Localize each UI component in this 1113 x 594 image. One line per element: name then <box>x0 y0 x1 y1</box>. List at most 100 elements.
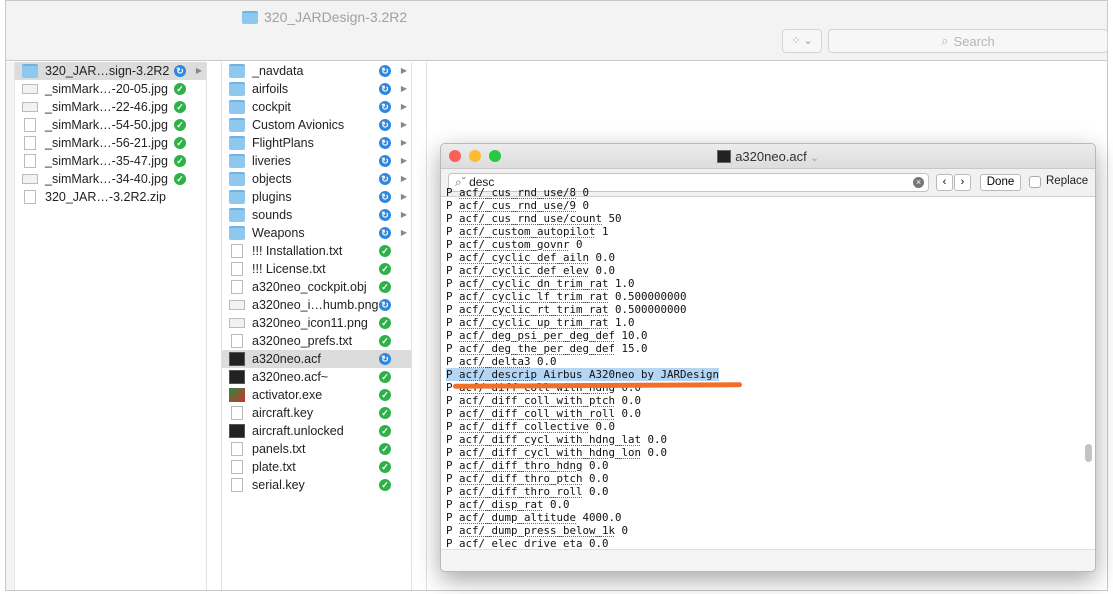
folder-icon <box>229 136 245 150</box>
file-icon <box>231 280 243 294</box>
file-row[interactable]: _simMark…-56-21.jpg ✓ <box>15 134 206 152</box>
file-name: 320_JAR…-3.2R2.zip <box>45 190 166 204</box>
window-title-text: 320_JARDesign-3.2R2 <box>264 9 408 25</box>
syncing-icon: ↻ <box>379 155 391 167</box>
disclosure-arrow-icon: ▶ <box>400 228 407 237</box>
file-name: 320_JAR…sign-3.2R2 <box>45 64 170 78</box>
file-name: serial.key <box>252 478 305 492</box>
text-area[interactable]: P acf/_cus_rnd_use/8 0P acf/_cus_rnd_use… <box>441 186 1081 549</box>
file-row[interactable]: Custom Avionics ↻ ▶ <box>222 116 411 134</box>
folder-icon <box>229 100 245 114</box>
image-icon <box>22 174 38 184</box>
file-name: cockpit <box>252 100 291 114</box>
file-name: !!! License.txt <box>252 262 326 276</box>
synced-check-icon: ✓ <box>174 119 186 131</box>
file-row[interactable]: a320neo_i…humb.png ↻ <box>222 296 411 314</box>
file-row[interactable]: cockpit ↻ ▶ <box>222 98 411 116</box>
file-row[interactable]: !!! Installation.txt ✓ <box>222 242 411 260</box>
image-icon <box>22 84 38 94</box>
synced-check-icon: ✓ <box>174 83 186 95</box>
syncing-icon: ↻ <box>379 209 391 221</box>
file-row[interactable]: a320neo.acf~ ✓ <box>222 368 411 386</box>
text-editor-window: a320neo.acf ⌄ ⌕ˇ desc × ‹ › Done Replace … <box>440 143 1096 572</box>
file-row[interactable]: 320_JAR…-3.2R2.zip <box>15 188 206 206</box>
file-row[interactable]: _simMark…-54-50.jpg ✓ <box>15 116 206 134</box>
syncing-icon: ↻ <box>379 299 391 311</box>
syncing-icon: ↻ <box>379 353 391 365</box>
editor-bottom-bar <box>441 549 1095 571</box>
file-row[interactable]: _simMark…-22-46.jpg ✓ <box>15 98 206 116</box>
disclosure-arrow-icon: ▶ <box>400 192 407 201</box>
file-row[interactable]: a320neo.acf ↻ <box>222 350 411 368</box>
column-1: 320_JAR…sign-3.2R2 ↻ ▶ _simMark…-20-05.jpg ✓… <box>15 62 207 590</box>
file-row[interactable]: aircraft.key ✓ <box>222 404 411 422</box>
synced-check-icon: ✓ <box>379 335 391 347</box>
file-row[interactable]: _simMark…-34-40.jpg ✓ <box>15 170 206 188</box>
file-icon <box>231 460 243 474</box>
text-line: P acf/_dump_press_below_1k 0 <box>446 524 629 537</box>
file-row[interactable]: !!! License.txt ✓ <box>222 260 411 278</box>
text-line: P acf/_cyclic_def_ailn 0.0 <box>446 251 616 264</box>
file-row[interactable]: activator.exe ✓ <box>222 386 411 404</box>
close-button[interactable] <box>449 150 461 162</box>
disclosure-arrow-icon: ▶ <box>400 174 407 183</box>
syncing-icon: ↻ <box>379 191 391 203</box>
image-icon <box>22 102 38 112</box>
syncing-icon: ↻ <box>174 65 186 77</box>
column-2: _navdata ↻ ▶ airfoils ↻ ▶ cockpit ↻ ▶ Custom Avio… <box>221 62 412 590</box>
file-name: _simMark…-20-05.jpg <box>45 82 168 96</box>
dropbox-menu-button[interactable]: ⁘ ⌄ <box>782 29 822 53</box>
file-icon <box>24 136 36 150</box>
folder-icon <box>242 10 258 24</box>
file-row[interactable]: a320neo_cockpit.obj ✓ <box>222 278 411 296</box>
file-row[interactable]: 320_JAR…sign-3.2R2 ↻ ▶ <box>15 62 206 80</box>
folder-icon <box>229 226 245 240</box>
file-name: _simMark…-56-21.jpg <box>45 136 168 150</box>
file-row[interactable]: _navdata ↻ ▶ <box>222 62 411 80</box>
app-icon <box>229 388 245 402</box>
search-input[interactable]: ⌕ Search <box>828 29 1108 53</box>
syncing-icon: ↻ <box>379 119 391 131</box>
image-icon <box>229 300 245 310</box>
chevron-down-icon[interactable]: ⌄ <box>810 153 818 164</box>
search-icon: ⌕ <box>941 33 949 48</box>
file-row[interactable]: a320neo_prefs.txt ✓ <box>222 332 411 350</box>
minimize-button[interactable] <box>469 150 481 162</box>
synced-check-icon: ✓ <box>379 245 391 257</box>
file-row[interactable]: Weapons ↻ ▶ <box>222 224 411 242</box>
text-line: P acf/_disp_rat 0.0 <box>446 498 570 511</box>
file-row[interactable]: airfoils ↻ ▶ <box>222 80 411 98</box>
disclosure-arrow-icon: ▶ <box>400 102 407 111</box>
file-row[interactable]: FlightPlans ↻ ▶ <box>222 134 411 152</box>
file-row[interactable]: liveries ↻ ▶ <box>222 152 411 170</box>
zoom-button[interactable] <box>489 150 501 162</box>
file-row[interactable]: serial.key ✓ <box>222 476 411 494</box>
file-name: FlightPlans <box>252 136 314 150</box>
text-line: P acf/_diff_thro_ptch 0.0 <box>446 472 609 485</box>
text-line: P acf/_cyclic_rt_trim_rat 0.500000000 <box>446 303 687 316</box>
file-row[interactable]: panels.txt ✓ <box>222 440 411 458</box>
window-title: 320_JARDesign-3.2R2 <box>242 9 407 25</box>
file-row[interactable]: objects ↻ ▶ <box>222 170 411 188</box>
file-row[interactable]: _simMark…-20-05.jpg ✓ <box>15 80 206 98</box>
file-row[interactable]: aircraft.unlocked ✓ <box>222 422 411 440</box>
folder-icon <box>22 64 38 78</box>
text-line: P acf/_dump_altitude 4000.0 <box>446 511 622 524</box>
file-name: _simMark…-54-50.jpg <box>45 118 168 132</box>
file-row[interactable]: sounds ↻ ▶ <box>222 206 411 224</box>
syncing-icon: ↻ <box>379 227 391 239</box>
synced-check-icon: ✓ <box>379 425 391 437</box>
file-name: a320neo.acf~ <box>252 370 329 384</box>
file-name: a320neo_icon11.png <box>252 316 368 330</box>
synced-check-icon: ✓ <box>174 155 186 167</box>
file-row[interactable]: _simMark…-35-47.jpg ✓ <box>15 152 206 170</box>
file-row[interactable]: plate.txt ✓ <box>222 458 411 476</box>
file-name: a320neo_prefs.txt <box>252 334 353 348</box>
sidebar-scrollbar[interactable] <box>6 62 15 590</box>
vertical-scrollbar[interactable] <box>1085 444 1092 462</box>
file-name: plate.txt <box>252 460 296 474</box>
file-row[interactable]: plugins ↻ ▶ <box>222 188 411 206</box>
file-row[interactable]: a320neo_icon11.png ✓ <box>222 314 411 332</box>
syncing-icon: ↻ <box>379 65 391 77</box>
synced-check-icon: ✓ <box>379 389 391 401</box>
